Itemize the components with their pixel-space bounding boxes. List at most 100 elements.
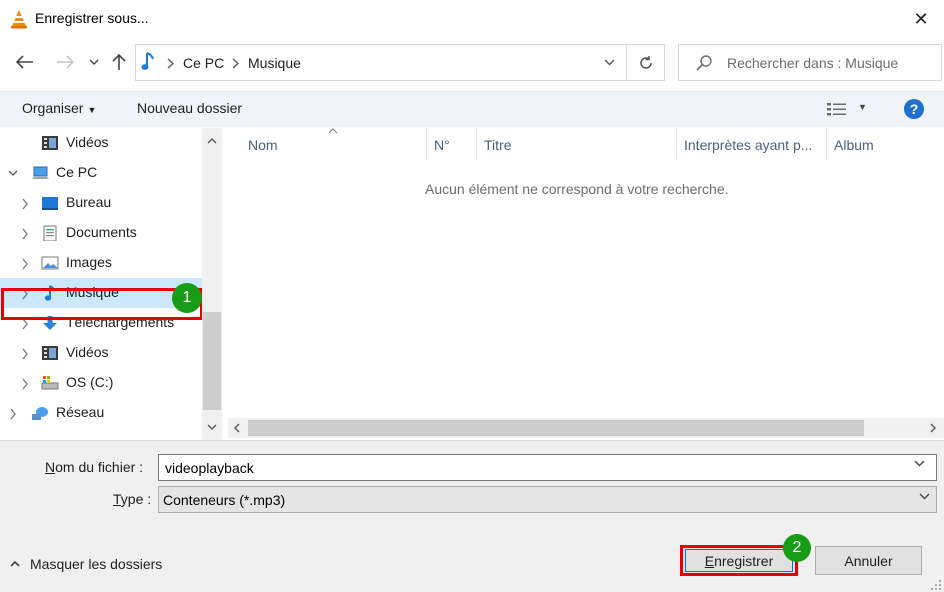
chevron-right-icon [930, 423, 936, 433]
scroll-left-button[interactable] [228, 418, 246, 438]
tree-item-label: Ce PC [56, 164, 98, 180]
tree-item-r-seau[interactable]: Réseau [0, 398, 202, 428]
address-bar[interactable]: Ce PC Musique [135, 44, 665, 81]
breadcrumb-chevron-icon[interactable] [232, 58, 239, 69]
pictures-icon [41, 256, 59, 270]
address-history-dropdown[interactable] [592, 45, 626, 80]
save-button-face: Enregistrer [685, 549, 793, 572]
chevron-up-icon [207, 138, 217, 144]
chevron-up-icon [10, 561, 20, 567]
vlc-cone-icon [11, 10, 27, 29]
tree-item-documents[interactable]: Documents [0, 218, 202, 248]
tree-item-os-c[interactable]: OS (C:) [0, 368, 202, 398]
hide-folders-label: Masquer les dossiers [30, 556, 163, 572]
organize-label: Organiser [22, 100, 84, 116]
search-box[interactable] [678, 44, 942, 81]
breadcrumb-music[interactable]: Musique [248, 55, 301, 71]
documents-icon [43, 225, 57, 241]
tree-item-bureau[interactable]: Bureau [0, 188, 202, 218]
save-button[interactable]: Enregistrer [680, 545, 798, 576]
refresh-icon [640, 55, 652, 69]
hide-folders-button[interactable]: Masquer les dossiers [10, 556, 162, 572]
title-bar: Enregistrer sous... ✕ [0, 0, 944, 38]
window-title: Enregistrer sous... [35, 10, 149, 26]
filename-combobox[interactable] [158, 454, 937, 481]
tree-item-vid-os[interactable]: Vidéos [0, 338, 202, 368]
column-separator[interactable] [826, 128, 827, 160]
search-input[interactable] [725, 51, 935, 75]
column-header-title[interactable]: Titre [480, 128, 676, 160]
navigation-pane: Vidéos Ce PC Bureau Documents Images Musique T… [0, 128, 202, 440]
scroll-down-button[interactable] [202, 418, 222, 436]
chevron-right-icon[interactable] [20, 348, 30, 360]
navigation-scrollbar[interactable] [202, 128, 222, 440]
organize-button[interactable]: Organiser ▼ [22, 100, 96, 116]
close-button[interactable]: ✕ [902, 4, 940, 34]
drive-icon [41, 376, 59, 390]
resize-grip-icon[interactable] [930, 579, 942, 591]
column-header-album[interactable]: Album [830, 128, 940, 160]
scroll-right-button[interactable] [924, 418, 942, 438]
recent-locations-button[interactable] [84, 46, 104, 78]
column-header-artists[interactable]: Interprètes ayant p... [680, 128, 826, 160]
filename-label: Nom du fichier : [45, 459, 144, 475]
search-icon [696, 55, 712, 71]
column-header-number[interactable]: N° [430, 128, 476, 160]
column-separator[interactable] [476, 128, 477, 160]
type-label: Type : [113, 491, 152, 507]
type-select[interactable]: Conteneurs (*.mp3) [158, 486, 937, 513]
scroll-up-button[interactable] [202, 132, 222, 150]
type-selected-value: Conteneurs (*.mp3) [163, 492, 286, 508]
chevron-down-icon[interactable] [914, 460, 925, 467]
tree-item-ce-pc[interactable]: Ce PC [0, 158, 202, 188]
new-folder-button[interactable]: Nouveau dossier [137, 100, 242, 116]
file-list[interactable]: Nom N° Titre Interprètes ayant p... Albu… [222, 128, 944, 440]
caret-down-icon: ▼ [87, 105, 97, 115]
command-toolbar: Organiser ▼ Nouveau dossier ▼ ? [0, 91, 944, 127]
chevron-right-icon[interactable] [20, 378, 30, 390]
arrow-left-icon [16, 55, 33, 69]
chevron-down-icon [89, 59, 99, 65]
tree-item-label: Vidéos [66, 344, 109, 360]
chevron-left-icon [234, 423, 240, 433]
refresh-button[interactable] [626, 45, 665, 80]
up-button[interactable] [106, 46, 132, 78]
breadcrumb-this-pc[interactable]: Ce PC [183, 55, 224, 71]
video-icon [42, 346, 58, 360]
breadcrumb-chevron-icon[interactable] [167, 58, 174, 69]
tree-item-label: Bureau [66, 194, 112, 210]
save-options-panel: Nom du fichier : Type : Conteneurs (*.mp… [0, 440, 944, 592]
tree-item-label: OS (C:) [66, 374, 114, 390]
tree-item-label: Documents [66, 224, 137, 240]
tree-item-vid-os[interactable]: Vidéos [0, 128, 202, 158]
help-button[interactable]: ? [904, 99, 924, 119]
tree-item-label: Images [66, 254, 112, 270]
desktop-icon [42, 197, 58, 210]
chevron-right-icon[interactable] [20, 228, 30, 240]
sort-ascending-icon [328, 126, 338, 137]
horizontal-scrollbar[interactable] [228, 418, 944, 438]
arrow-right-icon [57, 55, 74, 69]
empty-results-message: Aucun élément ne correspond à votre rech… [425, 181, 729, 197]
chevron-down-icon[interactable] [8, 168, 18, 180]
close-icon: ✕ [913, 8, 929, 29]
column-separator[interactable] [676, 128, 677, 160]
computer-icon [32, 166, 49, 179]
view-options-dropdown[interactable]: ▼ [858, 102, 867, 112]
scroll-thumb[interactable] [203, 312, 221, 410]
chevron-right-icon[interactable] [20, 258, 30, 270]
chevron-right-icon[interactable] [20, 198, 30, 210]
cancel-button[interactable]: Annuler [815, 546, 922, 575]
save-button-label: Enregistrer [704, 552, 774, 569]
chevron-right-icon[interactable] [8, 408, 18, 420]
annotation-badge-1: 1 [172, 283, 202, 313]
column-separator[interactable] [426, 128, 427, 160]
scroll-thumb[interactable] [248, 420, 864, 436]
tree-item-images[interactable]: Images [0, 248, 202, 278]
details-view-icon[interactable] [826, 101, 848, 117]
arrow-up-icon [112, 53, 126, 70]
chevron-down-icon [207, 424, 217, 430]
forward-button[interactable] [50, 46, 80, 78]
back-button[interactable] [10, 46, 40, 78]
filename-input[interactable] [163, 458, 903, 478]
